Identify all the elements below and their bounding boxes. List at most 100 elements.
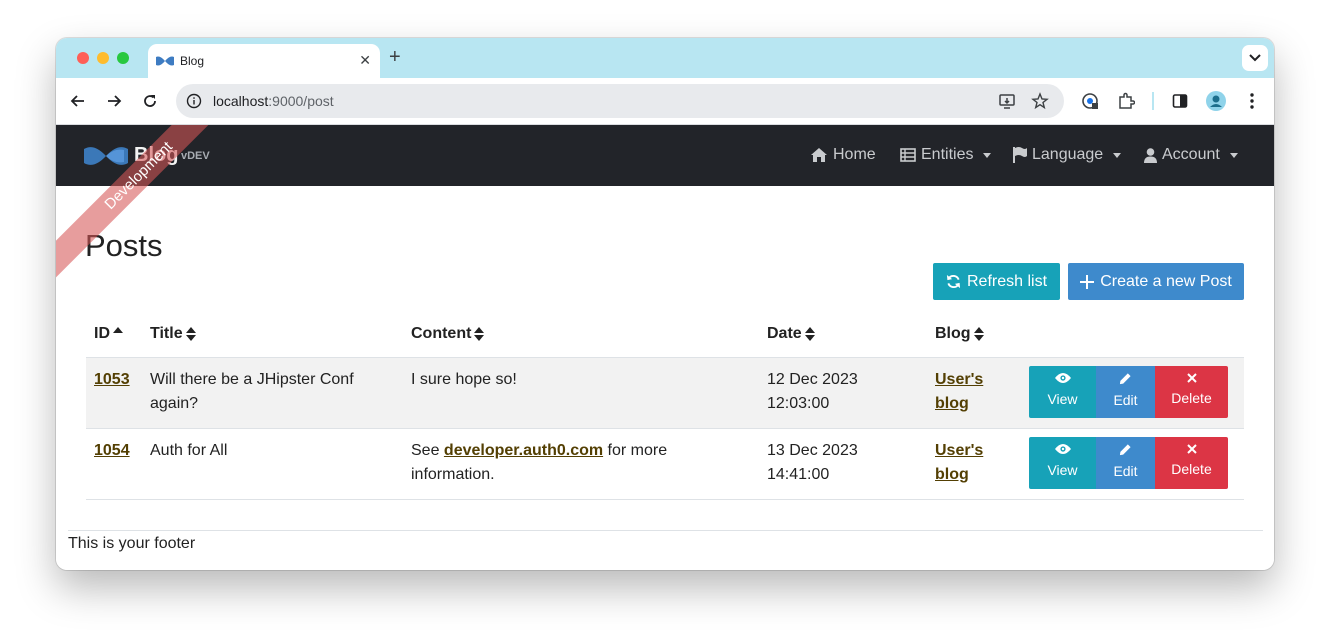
page-title: Posts <box>85 228 163 263</box>
browser-tab-blog[interactable]: Blog ✕ <box>148 44 380 78</box>
tab-search-button[interactable] <box>1242 45 1268 71</box>
brand-logo-icon[interactable] <box>84 145 128 167</box>
caret-down-icon <box>1113 152 1122 158</box>
refresh-list-button[interactable]: Refresh list <box>933 263 1060 300</box>
table-row: 1054 Auth for All See developer.auth0.co… <box>86 428 1244 500</box>
bookmark-star-icon[interactable] <box>1031 92 1049 110</box>
sort-icon <box>804 327 815 342</box>
reload-button[interactable] <box>140 91 160 111</box>
toolbar-separator <box>1152 92 1154 110</box>
nav-home[interactable]: Home <box>810 146 876 164</box>
column-header-actions <box>1029 312 1244 358</box>
app-navbar: Blog vDEV Home Entities Language Account <box>56 125 1274 186</box>
view-button[interactable]: View <box>1029 365 1096 418</box>
install-app-icon[interactable] <box>998 92 1016 110</box>
view-button[interactable]: View <box>1029 436 1096 489</box>
brand-title[interactable]: Blog <box>134 144 178 167</box>
user-icon <box>1144 147 1157 163</box>
back-button[interactable] <box>68 91 88 111</box>
post-content-text: I sure hope so! <box>411 370 517 388</box>
nav-account[interactable]: Account <box>1144 146 1238 164</box>
column-header-date[interactable]: Date <box>759 312 927 358</box>
side-panel-icon <box>1172 94 1188 108</box>
puzzle-icon <box>1119 92 1135 109</box>
nav-home-label: Home <box>833 146 876 163</box>
tab-close-icon[interactable]: ✕ <box>359 52 371 68</box>
pencil-icon <box>1119 443 1131 455</box>
post-blog-link[interactable]: User's blog <box>935 442 983 483</box>
action-button-group: View Edit Delete <box>1029 436 1236 489</box>
column-header-id[interactable]: ID <box>86 312 142 358</box>
sort-icon <box>185 327 196 342</box>
post-id-link[interactable]: 1053 <box>94 371 130 388</box>
flag-icon <box>1013 147 1027 163</box>
delete-button[interactable]: Delete <box>1155 436 1228 489</box>
more-vertical-icon <box>1250 93 1254 109</box>
delete-button[interactable]: Delete <box>1155 365 1228 418</box>
extension-password-button[interactable] <box>1080 91 1100 111</box>
home-icon <box>811 148 827 162</box>
sort-up-icon <box>113 327 123 334</box>
edit-label: Edit <box>1113 391 1138 408</box>
post-date-day: 13 Dec 2023 <box>767 441 858 459</box>
x-icon <box>1186 373 1197 383</box>
reload-icon <box>144 95 156 107</box>
post-id-link[interactable]: 1054 <box>94 442 130 459</box>
create-post-label: Create a new Post <box>1100 272 1232 290</box>
edit-button[interactable]: Edit <box>1096 436 1155 489</box>
minimize-window-button[interactable] <box>97 52 109 64</box>
close-window-button[interactable] <box>77 52 89 64</box>
column-header-title[interactable]: Title <box>142 312 403 358</box>
post-blog-link[interactable]: User's blog <box>935 371 983 412</box>
caret-down-icon <box>983 152 992 158</box>
column-header-blog[interactable]: Blog <box>927 312 1029 358</box>
page-footer: This is your footer <box>68 535 196 552</box>
post-title: Auth for All <box>142 428 403 500</box>
maximize-window-button[interactable] <box>117 52 129 64</box>
brand-version: vDEV <box>181 150 210 162</box>
create-post-button[interactable]: Create a new Post <box>1068 263 1244 300</box>
profile-button[interactable] <box>1206 91 1226 111</box>
browser-menu-button[interactable] <box>1242 91 1262 111</box>
post-content: I sure hope so! <box>403 357 759 429</box>
forward-button[interactable] <box>104 91 124 111</box>
post-date-day: 12 Dec 2023 <box>767 370 858 388</box>
nav-entities-label: Entities <box>921 146 974 163</box>
post-content: See developer.auth0.com for more informa… <box>403 428 759 500</box>
url-text[interactable]: localhost:9000/post <box>213 93 334 109</box>
side-panel-button[interactable] <box>1170 91 1190 111</box>
post-date: 12 Dec 2023 12:03:00 <box>759 357 927 429</box>
post-date: 13 Dec 2023 14:41:00 <box>759 428 927 500</box>
main-content: Posts Refresh list Create a new Post ID … <box>56 186 1274 570</box>
nav-language-label: Language <box>1032 146 1104 163</box>
action-button-group: View Edit Delete <box>1029 365 1236 418</box>
content-link[interactable]: developer.auth0.com <box>444 442 603 459</box>
posts-table: ID Title Content Date Blog 1053 Will the… <box>86 312 1244 500</box>
footer-divider <box>68 530 1263 531</box>
nav-entities[interactable]: Entities <box>900 146 992 164</box>
password-manager-icon <box>1082 93 1098 109</box>
column-header-content[interactable]: Content <box>403 312 759 358</box>
edit-button[interactable]: Edit <box>1096 365 1155 418</box>
column-label: Blog <box>935 325 971 343</box>
column-label: Date <box>767 325 802 343</box>
arrow-right-icon <box>108 95 122 107</box>
address-bar[interactable]: localhost:9000/post <box>176 84 1064 118</box>
tab-title: Blog <box>180 54 205 68</box>
column-label: Title <box>150 325 183 343</box>
table-list-icon <box>900 148 916 162</box>
info-icon[interactable] <box>186 93 202 109</box>
eye-icon <box>1054 373 1071 383</box>
eye-icon <box>1054 444 1071 454</box>
nav-language[interactable]: Language <box>1013 146 1122 164</box>
extensions-button[interactable] <box>1116 91 1136 111</box>
nav-account-label: Account <box>1162 146 1220 163</box>
chevron-down-icon <box>1249 54 1261 62</box>
post-title: Will there be a JHipster Conf again? <box>142 357 403 429</box>
view-label: View <box>1047 462 1078 478</box>
sort-icon <box>474 327 485 342</box>
post-date-time: 12:03:00 <box>767 394 830 412</box>
post-date-time: 14:41:00 <box>767 465 830 483</box>
new-tab-button[interactable]: + <box>389 47 401 67</box>
table-header-row: ID Title Content Date Blog <box>86 312 1244 358</box>
